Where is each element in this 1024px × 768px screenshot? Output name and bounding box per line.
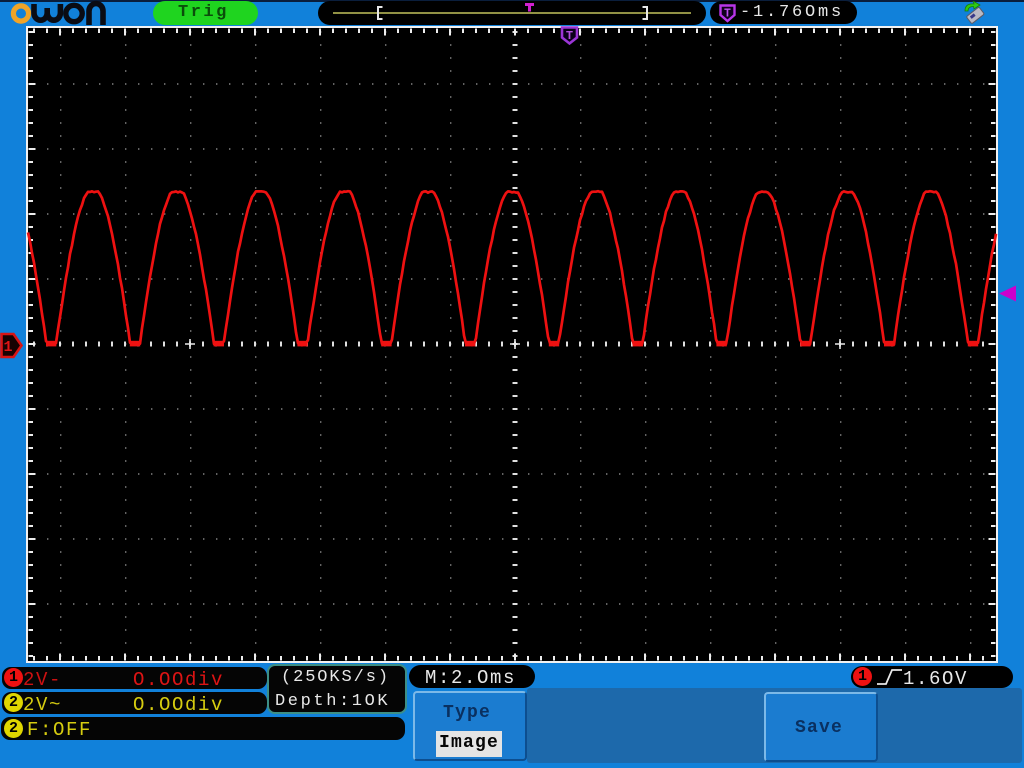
svg-text:T: T (566, 29, 573, 43)
svg-text:T: T (724, 8, 731, 21)
svg-text:1: 1 (3, 339, 12, 356)
